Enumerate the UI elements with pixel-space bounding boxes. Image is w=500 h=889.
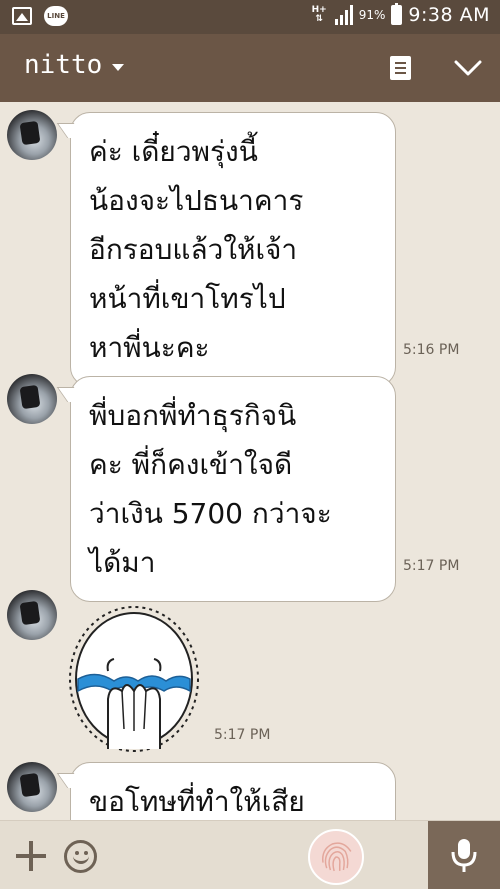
avatar[interactable] — [7, 762, 57, 812]
chevron-down-icon[interactable] — [454, 54, 482, 82]
gallery-icon — [12, 7, 32, 25]
message-bubble[interactable]: ขอโทษที่ทำให้เสีย — [70, 762, 396, 820]
microphone-button[interactable] — [428, 821, 500, 889]
status-right: H+ ⇅ 91% 9:38 AM — [311, 3, 490, 26]
status-left: LINE — [12, 6, 68, 26]
status-time: 9:38 AM — [408, 4, 490, 26]
notes-icon[interactable] — [390, 56, 411, 80]
status-bar: LINE H+ ⇅ 91% 9:38 AM — [0, 0, 500, 34]
fingerprint-icon[interactable] — [308, 829, 364, 885]
chat-area[interactable]: ค่ะ เดี๋ยวพรุ่งนี้ น้องจะไปธนาคาร อีกรอบ… — [0, 102, 500, 820]
avatar[interactable] — [7, 110, 57, 160]
line-notification-icon: LINE — [44, 6, 68, 26]
chat-header: nitto — [0, 34, 500, 102]
message-time: 5:17 PM — [214, 727, 271, 743]
message-bubble[interactable]: พี่บอกพี่ทำธุรกิจนิ คะ พี่ก็คงเข้าใจดี ว… — [70, 376, 396, 602]
emoji-icon[interactable] — [64, 840, 97, 873]
avatar[interactable] — [7, 590, 57, 640]
signal-icon — [333, 5, 353, 25]
microphone-icon — [451, 839, 477, 872]
contact-name: nitto — [24, 50, 103, 80]
contact-name-dropdown[interactable]: nitto — [24, 50, 125, 80]
dropdown-caret-icon — [112, 63, 125, 71]
battery-percent: 91% — [358, 8, 386, 22]
battery-icon — [391, 3, 403, 25]
plus-icon[interactable] — [16, 841, 46, 871]
message-time: 5:16 PM — [403, 342, 460, 358]
message-time: 5:17 PM — [403, 558, 460, 574]
input-bar — [0, 820, 500, 889]
message-bubble[interactable]: ค่ะ เดี๋ยวพรุ่งนี้ น้องจะไปธนาคาร อีกรอบ… — [70, 112, 396, 387]
avatar[interactable] — [7, 374, 57, 424]
crying-face-sticker[interactable] — [66, 599, 206, 754]
network-indicator: H+ ⇅ — [311, 5, 327, 24]
